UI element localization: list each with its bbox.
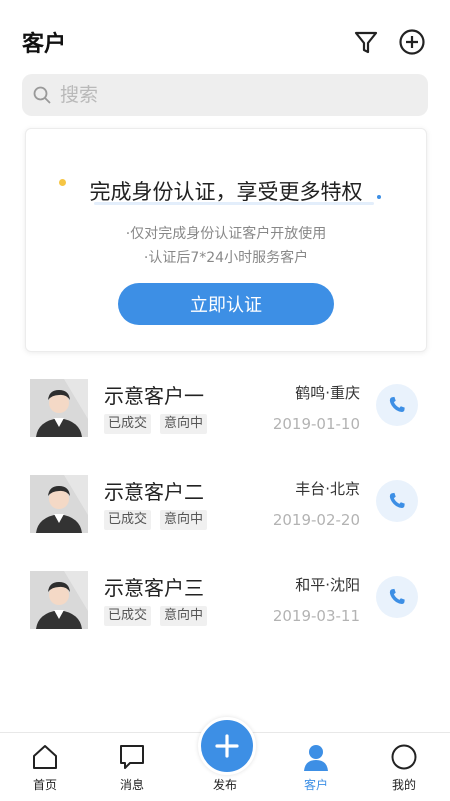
status-badge: 意向中 — [160, 606, 208, 626]
status-badge: 意向中 — [160, 510, 208, 530]
customer-item[interactable]: 示意客户三 已成交 意向中 和平·沈阳 2019-03-11 — [0, 564, 450, 634]
tab-label: 消息 — [119, 778, 144, 792]
status-badge: 已成交 — [104, 606, 152, 626]
search-bar[interactable] — [22, 74, 428, 116]
verify-line-1: ·仅对完成身份认证客户开放使用 — [125, 226, 327, 242]
customer-name: 示意客户三 — [104, 576, 204, 600]
search-input[interactable] — [58, 83, 402, 107]
page-title: 客户 — [22, 32, 67, 57]
circle-icon — [390, 743, 418, 771]
status-badge: 意向中 — [160, 414, 208, 434]
avatar — [30, 475, 88, 533]
publish-button[interactable] — [198, 717, 256, 775]
customer-name: 示意客户二 — [104, 480, 204, 504]
status-badge: 已成交 — [104, 510, 152, 530]
decor-dot — [377, 195, 381, 199]
search-icon — [32, 85, 52, 105]
plus-icon — [215, 734, 239, 758]
person-icon — [302, 743, 330, 771]
call-button[interactable] — [376, 480, 418, 522]
customer-date: 2019-01-10 — [272, 415, 360, 433]
filter-icon[interactable] — [352, 28, 380, 56]
tab-label: 客户 — [303, 778, 328, 792]
tab-mine[interactable]: 我的 — [359, 733, 449, 801]
tab-customers[interactable]: 客户 — [271, 733, 361, 801]
avatar — [30, 571, 88, 629]
verify-headline: 完成身份认证，享受更多特权 — [89, 180, 363, 204]
call-button[interactable] — [376, 384, 418, 426]
phone-icon — [389, 588, 405, 604]
customer-location: 和平·沈阳 — [295, 576, 360, 594]
tab-messages[interactable]: 消息 — [87, 733, 177, 801]
tab-label: 我的 — [391, 778, 416, 792]
phone-icon — [389, 396, 405, 412]
verify-now-button[interactable]: 立即认证 — [118, 283, 334, 325]
customer-date: 2019-03-11 — [272, 607, 360, 625]
call-button[interactable] — [376, 576, 418, 618]
status-badge: 已成交 — [104, 414, 152, 434]
customer-item[interactable]: 示意客户二 已成交 意向中 丰台·北京 2019-02-20 — [0, 468, 450, 538]
tab-label: 首页 — [32, 778, 57, 792]
customer-item[interactable]: 示意客户一 已成交 意向中 鹤鸣·重庆 2019-01-10 — [0, 372, 450, 442]
verify-card: 完成身份认证，享受更多特权 ·仅对完成身份认证客户开放使用 ·认证后7*24小时… — [25, 128, 427, 352]
message-icon — [118, 743, 146, 771]
tab-home[interactable]: 首页 — [0, 733, 90, 801]
header: 客户 — [0, 0, 450, 72]
avatar — [30, 379, 88, 437]
customer-name: 示意客户一 — [104, 384, 204, 408]
customer-location: 丰台·北京 — [295, 480, 360, 498]
customer-location: 鹤鸣·重庆 — [295, 384, 360, 402]
home-icon — [31, 743, 59, 771]
tab-label: 发布 — [212, 778, 237, 792]
phone-icon — [389, 492, 405, 508]
verify-line-2: ·认证后7*24小时服务客户 — [143, 250, 309, 266]
add-circle-icon[interactable] — [398, 28, 426, 56]
customer-date: 2019-02-20 — [272, 511, 360, 529]
